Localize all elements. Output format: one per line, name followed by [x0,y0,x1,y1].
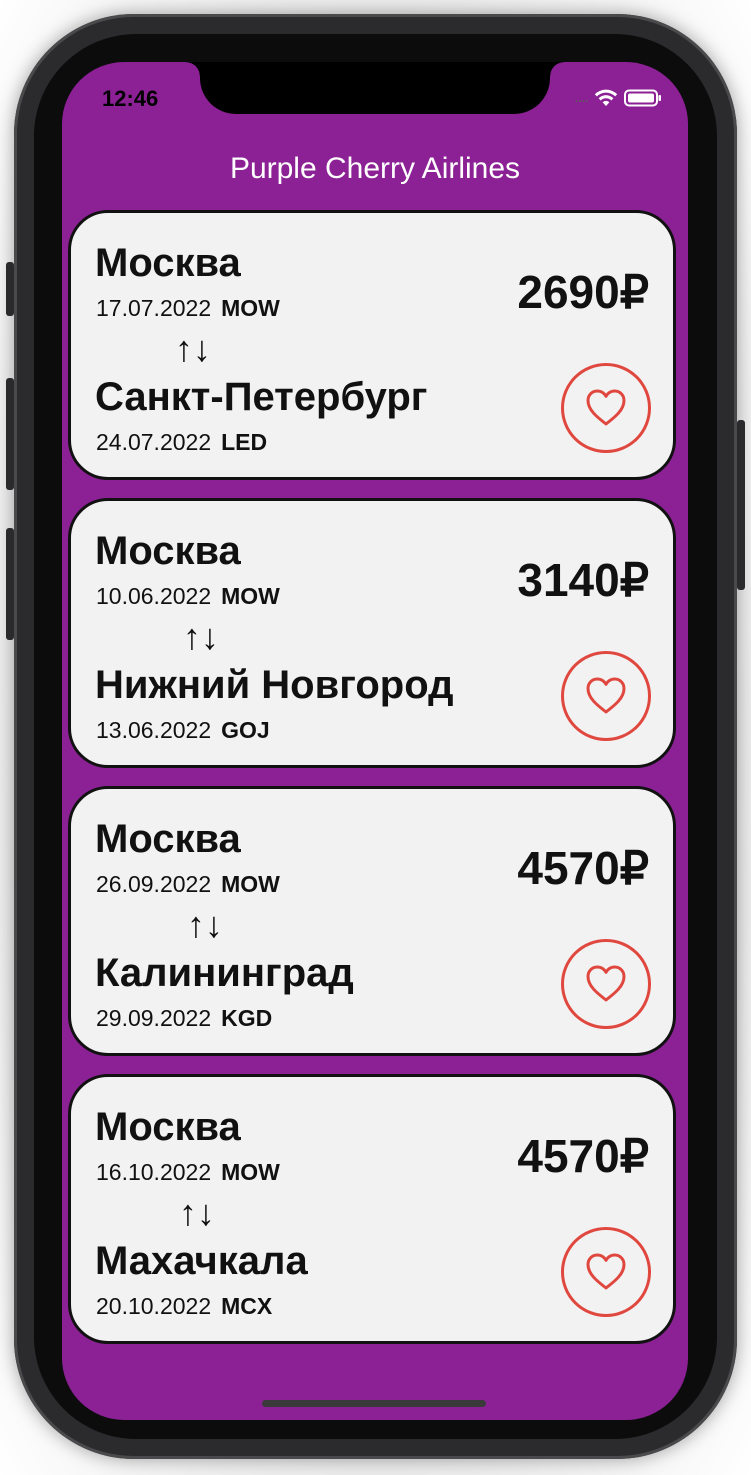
arrival-date: 24.07.2022 [96,429,212,455]
departure-date: 26.09.2022 [96,871,212,897]
favorite-button[interactable] [561,1227,651,1317]
flight-card[interactable]: Москва 16.10.2022 MOW ↑↓ Махачкала 20.10.… [68,1074,676,1344]
route-arrows-icon: ↑↓ [179,1192,215,1233]
departure-city: Москва [95,529,241,573]
app-screen: 12:46 .... Purple Cherry Airlines Москва… [62,62,688,1420]
arrival-date: 20.10.2022 [96,1293,212,1319]
ticket-price: 4570₽ [517,842,649,894]
camera-notch [186,62,564,114]
arrival-city: Махачкала [95,1239,308,1283]
departure-info: 17.07.2022 MOW [96,295,280,322]
departure-city: Москва [95,241,241,285]
favorite-button[interactable] [561,363,651,453]
app-title: Purple Cherry Airlines [229,152,521,185]
ticket-price: 2690₽ [517,266,649,318]
arrival-info: 24.07.2022 LED [96,429,267,456]
heart-icon [584,675,628,718]
arrival-city: Калининград [95,951,354,995]
battery-icon [624,89,662,107]
flight-card[interactable]: Москва 10.06.2022 MOW ↑↓ Нижний Новгород … [68,498,676,768]
volume-up-button [6,378,14,490]
status-indicators: .... [574,89,662,107]
departure-date: 10.06.2022 [96,583,212,609]
status-time: 12:46 [102,86,159,111]
arrival-code: MCX [221,1293,273,1319]
departure-code: MOW [221,871,280,897]
departure-city: Москва [95,817,241,861]
departure-info: 10.06.2022 MOW [96,583,280,610]
heart-icon [584,963,628,1006]
departure-date: 16.10.2022 [96,1159,212,1185]
favorite-button[interactable] [561,939,651,1029]
route-arrows-icon: ↑↓ [187,904,223,945]
heart-icon [584,387,628,430]
mute-switch [6,262,14,316]
departure-info: 26.09.2022 MOW [96,871,280,898]
arrival-info: 20.10.2022 MCX [96,1293,272,1320]
departure-code: MOW [221,295,280,321]
home-indicator[interactable] [262,1400,486,1407]
arrival-info: 13.06.2022 GOJ [96,717,270,744]
flight-card[interactable]: Москва 17.07.2022 MOW ↑↓ Санкт-Петербург … [68,210,676,480]
route-arrows-icon: ↑↓ [175,328,211,369]
arrival-city: Нижний Новгород [95,663,454,707]
power-button [737,420,745,590]
flight-card[interactable]: Москва 26.09.2022 MOW ↑↓ Калининград 29.0… [68,786,676,1056]
wifi-icon [594,89,618,107]
arrival-code: GOJ [221,717,270,743]
departure-code: MOW [221,583,280,609]
ticket-price: 4570₽ [517,1130,649,1182]
arrival-info: 29.09.2022 KGD [96,1005,272,1032]
ticket-price: 3140₽ [517,554,649,606]
departure-code: MOW [221,1159,280,1185]
favorite-button[interactable] [561,651,651,741]
route-arrows-icon: ↑↓ [183,616,219,657]
arrival-code: LED [221,429,268,455]
departure-info: 16.10.2022 MOW [96,1159,280,1186]
signal-indicator: .... [574,89,589,106]
volume-down-button [6,528,14,640]
departure-date: 17.07.2022 [96,295,212,321]
departure-city: Москва [95,1105,241,1149]
arrival-date: 13.06.2022 [96,717,212,743]
arrival-date: 29.09.2022 [96,1005,212,1031]
arrival-city: Санкт-Петербург [95,375,428,419]
arrival-code: KGD [221,1005,273,1031]
heart-icon [584,1251,628,1294]
